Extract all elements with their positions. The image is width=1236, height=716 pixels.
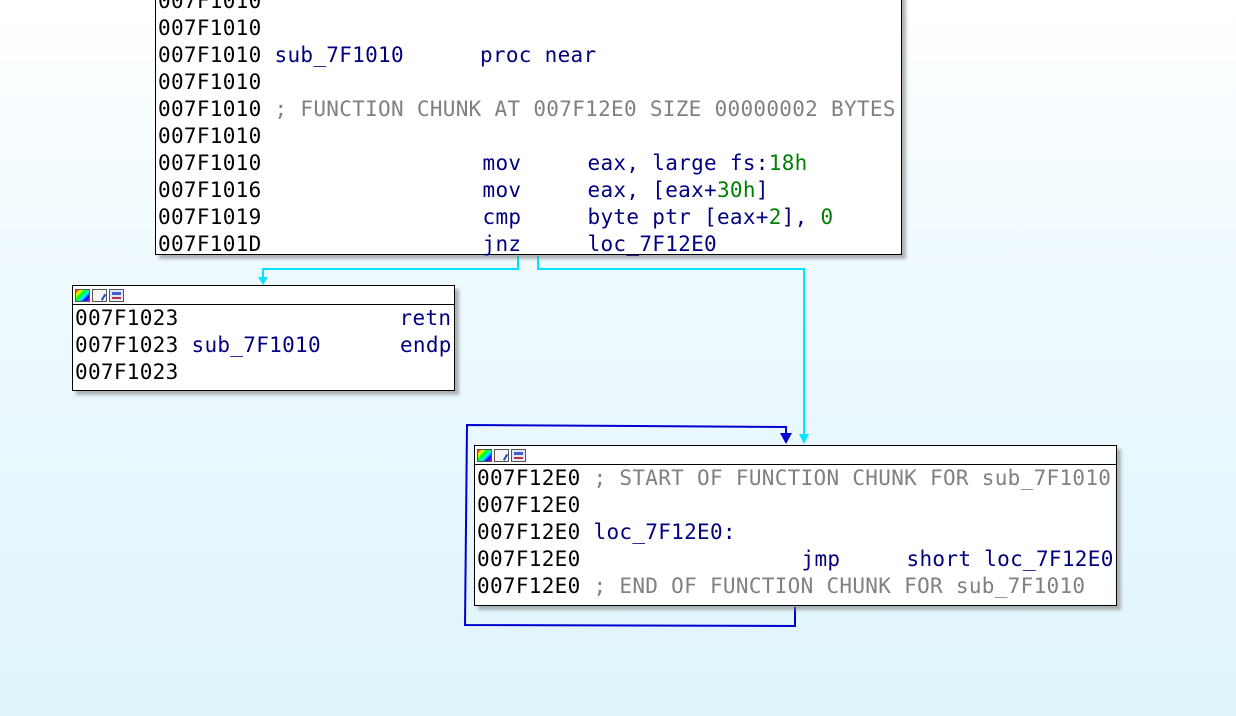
code-line[interactable]: 007F1010	[156, 15, 901, 42]
code-line[interactable]: 007F1010	[156, 123, 901, 150]
address: 007F12E0	[477, 574, 581, 598]
operand-number: 18h	[768, 151, 808, 175]
graph-view-icon[interactable]	[511, 448, 526, 462]
mnemonic: cmp	[482, 205, 522, 229]
jump-target-label[interactable]: short loc_7F12E0	[907, 547, 1114, 571]
code-line[interactable]: 007F1016 mov eax, [eax+30h]	[156, 177, 901, 204]
edge-main-to-chunk-arrow	[799, 434, 809, 444]
node-sub-7f1010[interactable]: 007F1010 007F1010 007F1010 sub_7F1010 pro…	[155, 0, 902, 258]
code-line[interactable]: 007F1010 ; FUNCTION CHUNK AT 007F12E0 SI…	[156, 96, 901, 123]
operand-number: 2	[768, 205, 782, 229]
chunk-start-comment: ; START OF FUNCTION CHUNK FOR sub_7F1010	[593, 466, 1112, 490]
mnemonic: retn	[399, 306, 452, 330]
code-line[interactable]: 007F1019 cmp byte ptr [eax+2], 0	[156, 204, 901, 231]
code-line[interactable]: 007F1023 sub_7F1010 endp	[73, 332, 454, 359]
operand: ],	[781, 205, 821, 229]
address: 007F101D	[158, 232, 262, 256]
code-line[interactable]: 007F1023 retn	[73, 305, 454, 332]
address: 007F1010	[158, 0, 262, 13]
operand-number: 0	[820, 205, 834, 229]
rename-icon[interactable]	[92, 288, 107, 302]
address: 007F1010	[158, 70, 262, 94]
node-main-lines: 007F1010 007F1010 007F1010 sub_7F1010 pro…	[156, 0, 901, 258]
operand: eax, large fs:	[587, 151, 769, 175]
code-line[interactable]: 007F12E0 jmp short loc_7F12E0	[475, 546, 1116, 573]
address: 007F1010	[158, 151, 262, 175]
endp-directive: endp	[399, 333, 452, 357]
code-line[interactable]: 007F12E0 loc_7F12E0:	[475, 519, 1116, 546]
mnemonic: mov	[482, 151, 522, 175]
edge-main-to-chunk	[537, 256, 805, 436]
address: 007F12E0	[477, 547, 581, 571]
operand: ]	[755, 178, 769, 202]
code-line[interactable]: 007F12E0 ; END OF FUNCTION CHUNK FOR sub…	[475, 573, 1116, 600]
node-header	[73, 286, 454, 305]
node-loc-7f12e0[interactable]: 007F12E0 ; START OF FUNCTION CHUNK FOR s…	[474, 445, 1117, 606]
code-line[interactable]: 007F1010 mov eax, large fs:18h	[156, 150, 901, 177]
node-chunk-lines: 007F12E0 ; START OF FUNCTION CHUNK FOR s…	[475, 465, 1116, 600]
code-line[interactable]: 007F101D jnz loc_7F12E0	[156, 231, 901, 258]
edge-chunk-self-loop-arrow	[780, 433, 792, 444]
address: 007F12E0	[477, 493, 581, 517]
rename-icon[interactable]	[494, 448, 509, 462]
code-line[interactable]: 007F1010	[156, 69, 901, 96]
address: 007F1023	[75, 306, 179, 330]
address: 007F1016	[158, 178, 262, 202]
jump-target-label[interactable]: loc_7F12E0	[588, 232, 717, 256]
color-palette-icon[interactable]	[477, 448, 492, 462]
graph-view-icon[interactable]	[109, 288, 124, 302]
code-line[interactable]: 007F12E0 ; START OF FUNCTION CHUNK FOR s…	[475, 465, 1116, 492]
code-line[interactable]: 007F1010	[156, 0, 901, 15]
operand: byte ptr [eax+	[587, 205, 769, 229]
address: 007F1010	[158, 124, 262, 148]
node-ret-lines: 007F1023 retn 007F1023 sub_7F1010 endp 007…	[73, 305, 454, 386]
chunk-comment: ; FUNCTION CHUNK AT 007F12E0 SIZE 000000…	[274, 97, 896, 121]
chunk-end-comment: ; END OF FUNCTION CHUNK FOR sub_7F1010	[593, 574, 1086, 598]
code-line[interactable]: 007F1023	[73, 359, 454, 386]
code-line[interactable]: 007F1010 sub_7F1010 proc near	[156, 42, 901, 69]
function-name[interactable]: sub_7F1010	[275, 43, 404, 67]
address: 007F1023	[75, 360, 179, 384]
address: 007F12E0	[477, 466, 581, 490]
node-ret-block[interactable]: 007F1023 retn 007F1023 sub_7F1010 endp 007…	[72, 285, 455, 391]
color-palette-icon[interactable]	[75, 288, 90, 302]
operand: eax, [eax+	[587, 178, 717, 202]
node-header	[475, 446, 1116, 465]
mnemonic: jmp	[801, 547, 841, 571]
edge-main-to-ret-arrow	[258, 277, 268, 285]
mnemonic: mov	[482, 178, 522, 202]
code-line[interactable]: 007F12E0	[475, 492, 1116, 519]
address: 007F1019	[158, 205, 262, 229]
address: 007F1010	[158, 97, 262, 121]
function-name[interactable]: sub_7F1010	[192, 333, 321, 357]
mnemonic: jnz	[482, 232, 522, 256]
address: 007F1023	[75, 333, 179, 357]
edge-main-to-ret	[262, 256, 519, 282]
operand-number: 30h	[716, 178, 756, 202]
address: 007F1010	[158, 16, 262, 40]
address: 007F1010	[158, 43, 262, 67]
proc-directive: proc near	[479, 43, 597, 67]
address: 007F12E0	[477, 520, 581, 544]
location-label[interactable]: loc_7F12E0:	[594, 520, 736, 544]
